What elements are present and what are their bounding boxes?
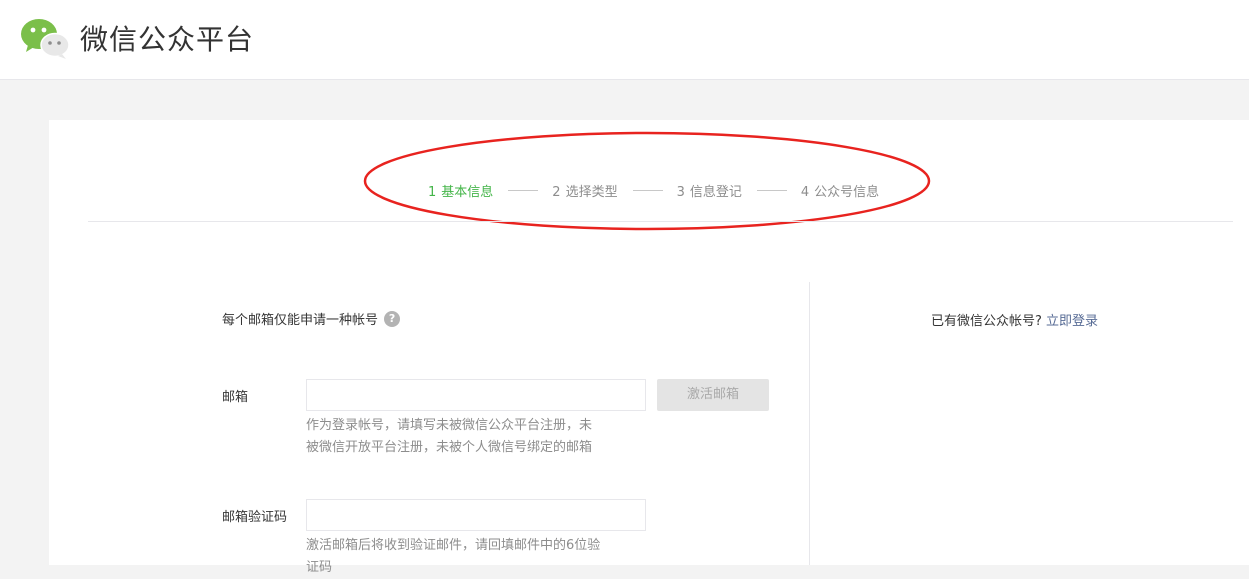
code-hint: 激活邮箱后将收到验证邮件，请回填邮件中的6位验 证码 xyxy=(306,535,636,579)
email-label: 邮箱 xyxy=(222,390,249,405)
email-hint-line: 作为登录帐号，请填写未被微信公众平台注册，未 xyxy=(306,418,593,433)
top-header: 微信公众平台 xyxy=(0,0,1249,80)
login-prompt: 已有微信公众帐号? 立即登录 xyxy=(931,310,1098,329)
code-hint-line: 激活邮箱后将收到验证邮件，请回填邮件中的6位验 xyxy=(306,538,601,553)
email-code-input[interactable] xyxy=(306,499,646,531)
steps-divider xyxy=(88,221,1233,222)
column-divider xyxy=(809,282,810,565)
step-separator xyxy=(756,189,787,191)
step-1: 1 基本信息 xyxy=(428,184,494,200)
step-3: 3 信息登记 xyxy=(676,184,742,200)
step-progress: 1 基本信息 2 选择类型 3 信息登记 4 公众号信息 xyxy=(428,181,880,200)
login-link[interactable]: 立即登录 xyxy=(1046,314,1098,329)
code-label: 邮箱验证码 xyxy=(222,510,288,525)
notice-text: 每个邮箱仅能申请一种帐号 xyxy=(222,313,379,328)
help-icon[interactable]: ? xyxy=(384,310,401,327)
step-4: 4 公众号信息 xyxy=(800,184,880,200)
email-input[interactable] xyxy=(306,379,646,411)
email-notice: 每个邮箱仅能申请一种帐号 ? xyxy=(222,309,401,328)
activate-email-button[interactable]: 激活邮箱 xyxy=(657,379,769,411)
login-prompt-text: 已有微信公众帐号? xyxy=(931,314,1042,329)
step-separator xyxy=(632,189,663,191)
code-hint-line: 证码 xyxy=(306,560,333,575)
brand-title[interactable]: 微信公众平台 xyxy=(80,20,254,60)
step-2: 2 选择类型 xyxy=(552,184,618,200)
step-separator xyxy=(508,189,539,191)
wechat-logo-icon[interactable] xyxy=(20,18,70,60)
email-hint: 作为登录帐号，请填写未被微信公众平台注册，未 被微信开放平台注册，未被个人微信号… xyxy=(306,415,636,459)
email-hint-line: 被微信开放平台注册，未被个人微信号绑定的邮箱 xyxy=(306,440,593,455)
